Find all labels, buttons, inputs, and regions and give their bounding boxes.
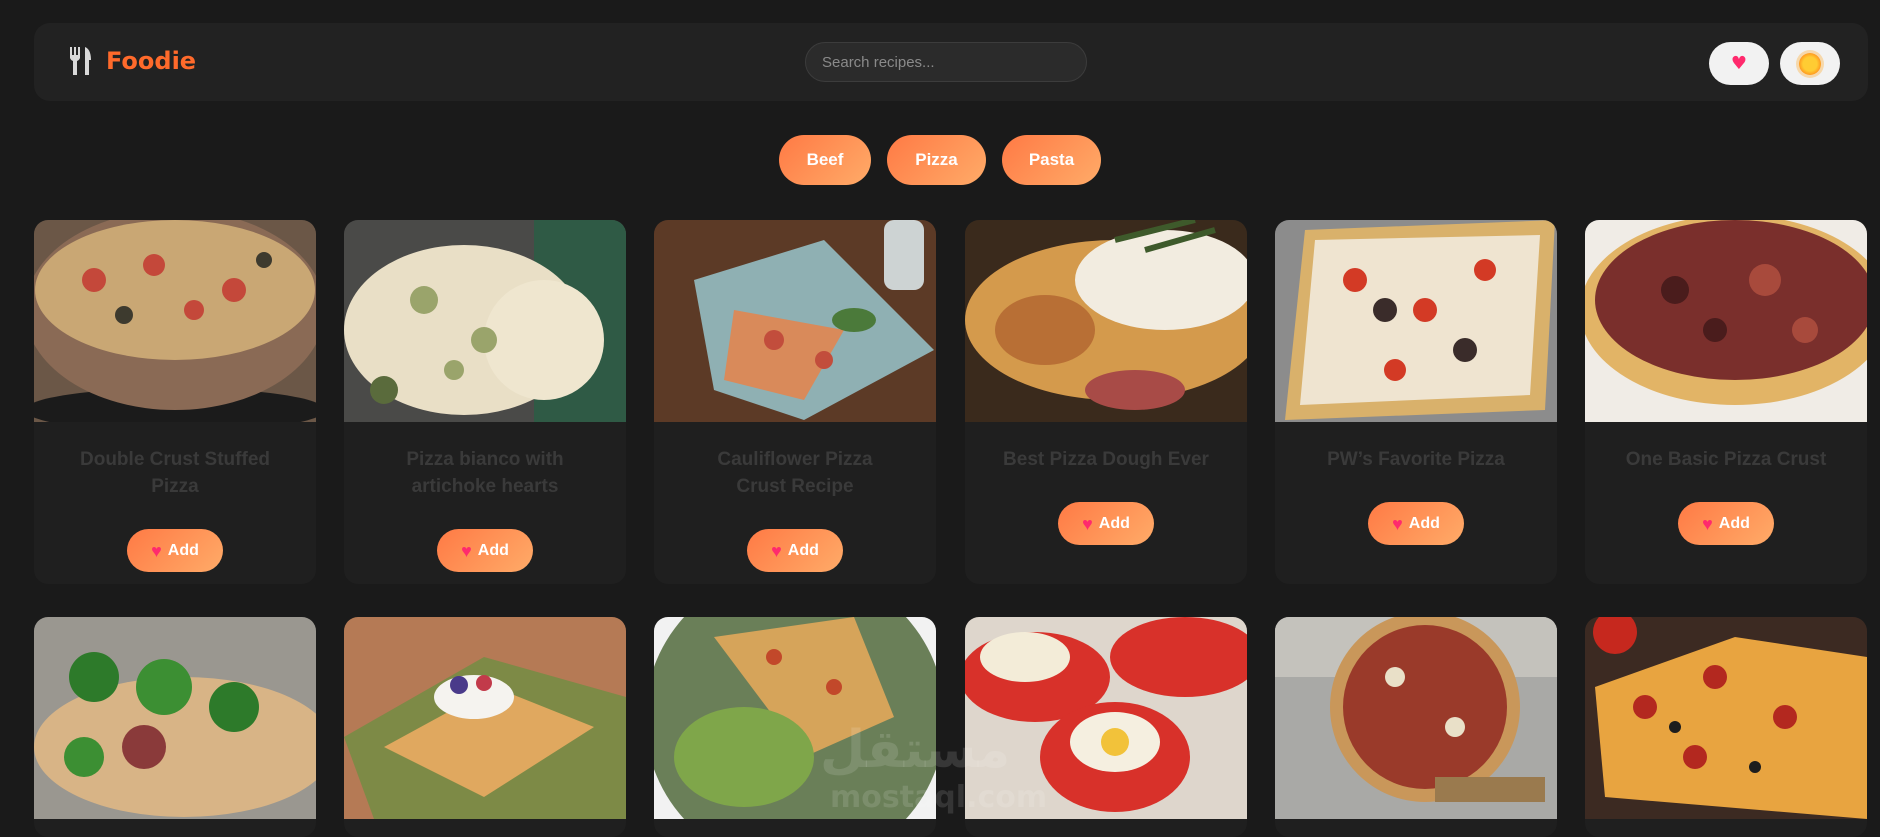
recipe-image [654, 220, 936, 422]
add-label: Add [1098, 514, 1130, 532]
recipe-card[interactable]: PW’s Favorite Pizza ♥ Add [1275, 220, 1557, 584]
heart-icon: ♥ [1082, 513, 1093, 534]
recipe-card[interactable]: Pizza bianco with artichoke hearts ♥ Add [344, 220, 626, 584]
heart-icon: ♥ [1702, 513, 1713, 534]
add-favorite-button[interactable]: ♥ Add [127, 529, 223, 572]
category-pasta[interactable]: Pasta [1002, 135, 1101, 185]
recipe-image [1585, 220, 1867, 422]
recipe-title: One Basic Pizza Crust [1625, 449, 1827, 470]
add-label: Add [167, 541, 199, 559]
heart-icon: ♥ [461, 540, 472, 561]
watermark-latin: mostaql.com [830, 780, 1048, 815]
recipe-title: Double Crust Stuffed Pizza [80, 449, 270, 497]
add-label: Add [1718, 514, 1750, 532]
recipe-title: Best Pizza Dough Ever [1003, 449, 1209, 470]
category-filters: Beef Pizza Pasta [0, 135, 1880, 185]
recipe-card[interactable]: One Basic Pizza Crust ♥ Add [1585, 220, 1867, 584]
recipe-card[interactable] [1275, 617, 1557, 837]
add-favorite-button[interactable]: ♥ Add [1678, 502, 1774, 545]
recipe-card[interactable]: Best Pizza Dough Ever ♥ Add [965, 220, 1247, 584]
fork-knife-icon [70, 47, 91, 75]
recipe-image [1275, 617, 1557, 819]
recipe-card[interactable] [1585, 617, 1867, 837]
recipe-title: PW’s Favorite Pizza [1327, 449, 1505, 470]
watermark-arabic: مستقل [820, 720, 1011, 780]
recipe-image [344, 617, 626, 819]
add-favorite-button[interactable]: ♥ Add [1058, 502, 1154, 545]
recipe-image [344, 220, 626, 422]
category-pizza[interactable]: Pizza [887, 135, 986, 185]
recipe-card[interactable]: Cauliflower Pizza Crust Recipe ♥ Add [654, 220, 936, 584]
recipe-image [34, 617, 316, 819]
favorites-button[interactable]: ♥ [1709, 42, 1769, 85]
recipe-card[interactable] [34, 617, 316, 837]
theme-toggle-button[interactable] [1780, 42, 1840, 85]
add-favorite-button[interactable]: ♥ Add [747, 529, 843, 572]
recipe-card[interactable]: Double Crust Stuffed Pizza ♥ Add [34, 220, 316, 584]
recipe-title: Pizza bianco with artichoke hearts [406, 449, 564, 497]
search-input[interactable] [805, 42, 1087, 82]
recipe-card[interactable] [344, 617, 626, 837]
sun-icon [1799, 52, 1821, 75]
recipe-image [1585, 617, 1867, 819]
heart-icon: ♥ [151, 540, 162, 561]
brand[interactable]: Foodie [68, 47, 196, 75]
add-favorite-button[interactable]: ♥ Add [437, 529, 533, 572]
navbar: Foodie ♥ [34, 23, 1868, 101]
add-favorite-button[interactable]: ♥ Add [1368, 502, 1464, 545]
recipe-title: Cauliflower Pizza Crust Recipe [717, 449, 873, 497]
add-label: Add [787, 541, 819, 559]
brand-name: Foodie [106, 47, 197, 75]
add-label: Add [477, 541, 509, 559]
heart-icon: ♥ [1730, 52, 1748, 74]
recipe-image [34, 220, 316, 422]
recipe-image [1275, 220, 1557, 422]
add-label: Add [1408, 514, 1440, 532]
recipe-image [965, 220, 1247, 422]
heart-icon: ♥ [771, 540, 782, 561]
heart-icon: ♥ [1392, 513, 1403, 534]
category-beef[interactable]: Beef [779, 135, 871, 185]
